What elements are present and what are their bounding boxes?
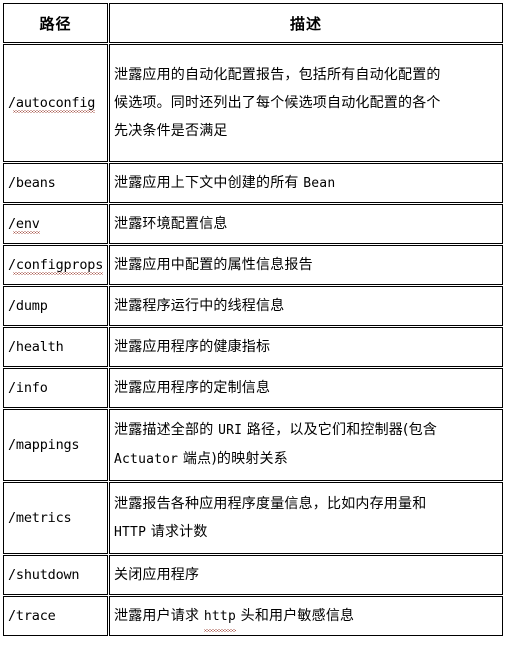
endpoint-path-text: /info (8, 380, 48, 396)
endpoint-description-line: 关闭应用程序 (114, 567, 200, 583)
table-row: /configprops 泄露应用中配置的属性信息报告 (3, 245, 503, 285)
endpoint-description-cell: 泄露用户请求 http 头和用户敏感信息 (109, 596, 503, 636)
table-row: /dump 泄露程序运行中的线程信息 (3, 286, 503, 326)
endpoint-description-line: 泄露应用程序的定制信息 (114, 380, 271, 396)
endpoint-description-line: 泄露报告各种应用程序度量信息，比如内存用量和 (114, 495, 427, 512)
endpoint-path-cell: /info (3, 368, 108, 408)
table-header-row: 路径 描述 (3, 3, 503, 43)
endpoint-path-cell: /mappings (3, 409, 108, 481)
table-row: /trace 泄露用户请求 http 头和用户敏感信息 (3, 596, 503, 636)
inline-code-token: Actuator (114, 452, 179, 467)
table-row: /env 泄露环境配置信息 (3, 204, 503, 244)
endpoint-description-cell: 关闭应用程序 (109, 555, 503, 595)
endpoint-description-line: 泄露环境配置信息 (114, 216, 228, 232)
endpoint-path-text: /dump (8, 298, 48, 314)
column-header-path: 路径 (3, 3, 108, 43)
endpoint-description-line: 泄露用户请求 http 头和用户敏感信息 (114, 602, 498, 632)
inline-code-token: HTTP (114, 524, 147, 540)
column-header-description: 描述 (109, 3, 503, 43)
table-row: /autoconfig 泄露应用的自动化配置报告，包括所有自动化配置的 候选项。同时… (3, 44, 503, 162)
inline-code-token: Bean (303, 175, 336, 191)
endpoint-description-cell: 泄露环境配置信息 (109, 204, 503, 244)
endpoint-path-text: /shutdown (8, 567, 80, 583)
endpoint-path-cell: /shutdown (3, 555, 108, 595)
endpoint-path-text: /metrics (8, 510, 72, 526)
table-header: 路径 描述 (3, 3, 503, 43)
endpoint-description-cell: 泄露应用中配置的属性信息报告 (109, 245, 503, 285)
endpoint-description-line: 泄露程序运行中的线程信息 (114, 298, 285, 314)
inline-code-token: URI (218, 423, 243, 438)
endpoint-path-text: /env (8, 216, 40, 234)
endpoint-table-container: 路径 描述 /autoconfig 泄露应用的自动化配置报告，包括所有自动化配置的… (0, 0, 508, 661)
endpoint-description-line: 泄露应用的自动化配置报告，包括所有自动化配置的 (114, 67, 441, 83)
endpoint-description-cell: 泄露描述全部的 URI 路径，以及它们和控制器(包含 Actuator 端点)的映… (109, 409, 503, 481)
endpoint-path-cell: /trace (3, 596, 108, 636)
endpoint-description-cell: 泄露程序运行中的线程信息 (109, 286, 503, 326)
table-row: /mappings 泄露描述全部的 URI 路径，以及它们和控制器(包含 Actua… (3, 409, 503, 481)
endpoint-description-line: 候选项。同时还列出了每个候选项自动化配置的各个 (114, 95, 441, 111)
endpoint-path-cell: /dump (3, 286, 108, 326)
table-row: /beans 泄露应用上下文中创建的所有 Bean (3, 163, 503, 203)
endpoint-path-text: /trace (8, 608, 56, 624)
endpoint-path-cell: /autoconfig (3, 44, 108, 162)
endpoint-description-cell: 泄露应用程序的定制信息 (109, 368, 503, 408)
endpoint-path-text: /autoconfig (8, 95, 96, 113)
endpoint-path-text: /mappings (8, 437, 80, 453)
table-row: /info 泄露应用程序的定制信息 (3, 368, 503, 408)
table-row: /shutdown 关闭应用程序 (3, 555, 503, 595)
endpoint-path-cell: /health (3, 327, 108, 367)
endpoint-description-line: 先决条件是否满足 (114, 123, 228, 139)
endpoint-description-line: 泄露描述全部的 URI 路径，以及它们和控制器(包含 (114, 422, 438, 438)
endpoint-description-cell: 泄露应用的自动化配置报告，包括所有自动化配置的 候选项。同时还列出了每个候选项自动… (109, 44, 503, 162)
table-row: /health 泄露应用程序的健康指标 (3, 327, 503, 367)
endpoint-description-line: 泄露应用上下文中创建的所有 Bean (114, 174, 336, 191)
endpoint-description-line: HTTP 请求计数 (114, 523, 208, 540)
endpoint-path-text: /beans (8, 175, 56, 191)
inline-code-token: http (203, 603, 237, 632)
endpoint-path-text: /configprops (8, 257, 104, 275)
table-row: /metrics 泄露报告各种应用程序度量信息，比如内存用量和 HTTP 请求计数 (3, 482, 503, 554)
endpoint-path-cell: /configprops (3, 245, 108, 285)
endpoint-path-cell: /metrics (3, 482, 108, 554)
endpoint-description-cell: 泄露报告各种应用程序度量信息，比如内存用量和 HTTP 请求计数 (109, 482, 503, 554)
endpoint-description-cell: 泄露应用上下文中创建的所有 Bean (109, 163, 503, 203)
endpoint-path-text: /health (8, 339, 64, 355)
table-body: /autoconfig 泄露应用的自动化配置报告，包括所有自动化配置的 候选项。同时… (3, 44, 503, 636)
endpoint-description-line: 泄露应用中配置的属性信息报告 (114, 257, 313, 273)
endpoint-description-cell: 泄露应用程序的健康指标 (109, 327, 503, 367)
endpoint-description-line: Actuator 端点)的映射关系 (114, 451, 288, 467)
endpoint-description-line: 泄露应用程序的健康指标 (114, 339, 271, 355)
actuator-endpoint-table: 路径 描述 /autoconfig 泄露应用的自动化配置报告，包括所有自动化配置的… (2, 2, 504, 637)
endpoint-path-cell: /beans (3, 163, 108, 203)
endpoint-path-cell: /env (3, 204, 108, 244)
